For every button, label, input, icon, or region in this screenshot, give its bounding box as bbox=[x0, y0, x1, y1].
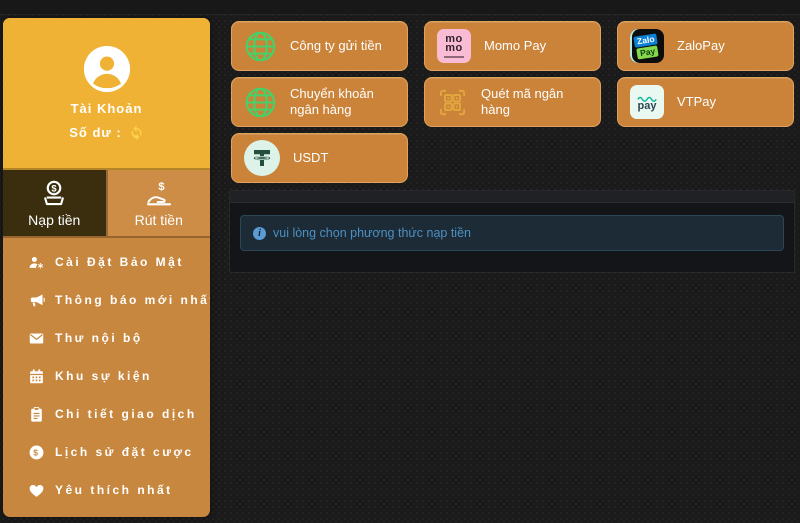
sidebar-item-events[interactable]: Khu sự kiện bbox=[3, 357, 210, 395]
payment-method-bank-qr[interactable]: Quét mã ngân hàng bbox=[424, 77, 601, 127]
svg-text:$: $ bbox=[158, 181, 165, 193]
sidebar-item-label: Thư nội bộ bbox=[55, 331, 143, 345]
tab-withdraw-label: Rút tiền bbox=[135, 212, 183, 228]
account-title: Tài Khoản bbox=[71, 101, 143, 116]
sidebar: Tài Khoản Số dư : $ Nạp tiền $ bbox=[3, 18, 210, 517]
qr-code-icon bbox=[437, 87, 468, 118]
deposit-coin-icon: $ bbox=[39, 178, 69, 208]
globe-icon bbox=[244, 30, 277, 63]
payment-method-bank-transfer[interactable]: Chuyển khoản ngân hàng bbox=[231, 77, 408, 127]
momo-icon: mo mo bbox=[437, 29, 471, 63]
account-card: Tài Khoản Số dư : bbox=[3, 18, 210, 170]
top-edge-strip bbox=[0, 0, 800, 15]
sidebar-item-betting-history[interactable]: $ Lịch sử đặt cược bbox=[3, 433, 210, 471]
svg-text:$: $ bbox=[33, 447, 40, 457]
clipboard-icon bbox=[28, 406, 45, 423]
payment-method-label: Momo Pay bbox=[484, 38, 546, 54]
user-avatar-icon bbox=[84, 46, 130, 92]
tab-deposit-label: Nạp tiền bbox=[28, 212, 80, 228]
payment-method-label: Quét mã ngân hàng bbox=[481, 86, 589, 119]
sidebar-item-transaction-details[interactable]: Chi tiết giao dịch bbox=[3, 395, 210, 433]
sidebar-menu: Cài Đặt Bảo Mật Thông báo mới nhất Thư n… bbox=[3, 238, 210, 509]
payment-method-zalopay[interactable]: Zalo Pay ZaloPay bbox=[617, 21, 794, 71]
sidebar-item-label: Cài Đặt Bảo Mật bbox=[55, 255, 184, 269]
tab-deposit[interactable]: $ Nạp tiền bbox=[3, 170, 106, 236]
deposit-panel: i vui lòng chọn phương thức nạp tiền bbox=[229, 190, 795, 273]
sidebar-item-favorites[interactable]: Yêu thích nhất bbox=[3, 471, 210, 509]
info-alert: i vui lòng chọn phương thức nạp tiền bbox=[240, 215, 784, 251]
info-alert-message: vui lòng chọn phương thức nạp tiền bbox=[273, 226, 471, 240]
payment-method-vtpay[interactable]: pay VTPay bbox=[617, 77, 794, 127]
svg-text:$: $ bbox=[52, 184, 58, 194]
globe-icon bbox=[244, 86, 277, 119]
panel-header bbox=[230, 191, 794, 203]
envelope-icon bbox=[28, 330, 45, 347]
sidebar-item-announcements[interactable]: Thông báo mới nhất bbox=[3, 281, 210, 319]
sidebar-item-inbox[interactable]: Thư nội bộ bbox=[3, 319, 210, 357]
heart-icon bbox=[28, 482, 45, 499]
tether-icon bbox=[244, 140, 280, 176]
calendar-icon bbox=[28, 368, 45, 385]
balance-label: Số dư : bbox=[69, 125, 122, 140]
payment-method-company-transfer[interactable]: Công ty gửi tiền bbox=[231, 21, 408, 71]
payment-methods-grid: Công ty gửi tiền mo mo Momo Pay Zalo Pay… bbox=[231, 21, 794, 183]
sidebar-item-label: Chi tiết giao dịch bbox=[55, 407, 197, 421]
dollar-circle-icon: $ bbox=[28, 444, 45, 461]
sidebar-item-label: Yêu thích nhất bbox=[55, 483, 173, 497]
payment-method-label: USDT bbox=[293, 150, 328, 166]
megaphone-icon bbox=[28, 292, 45, 309]
wallet-tabs: $ Nạp tiền $ Rút tiền bbox=[3, 170, 210, 238]
payment-method-usdt[interactable]: USDT bbox=[231, 133, 408, 183]
payment-method-momo-pay[interactable]: mo mo Momo Pay bbox=[424, 21, 601, 71]
sidebar-item-label: Khu sự kiện bbox=[55, 369, 152, 383]
sidebar-item-label: Lịch sử đặt cược bbox=[55, 445, 194, 459]
withdraw-hand-icon: $ bbox=[144, 178, 174, 208]
sidebar-item-label: Thông báo mới nhất bbox=[55, 293, 210, 307]
payment-method-label: Chuyển khoản ngân hàng bbox=[290, 86, 397, 119]
info-circle-icon: i bbox=[253, 227, 266, 240]
payment-method-label: VTPay bbox=[677, 94, 716, 110]
vtpay-icon: pay bbox=[630, 85, 664, 119]
zalopay-icon: Zalo Pay bbox=[630, 29, 664, 63]
tab-withdraw[interactable]: $ Rút tiền bbox=[106, 170, 211, 236]
payment-method-label: Công ty gửi tiền bbox=[290, 38, 382, 54]
avatar bbox=[84, 46, 130, 92]
payment-method-label: ZaloPay bbox=[677, 38, 725, 54]
sidebar-item-security-settings[interactable]: Cài Đặt Bảo Mật bbox=[3, 243, 210, 281]
refresh-balance-icon[interactable] bbox=[129, 125, 144, 140]
user-gear-icon bbox=[28, 254, 45, 271]
